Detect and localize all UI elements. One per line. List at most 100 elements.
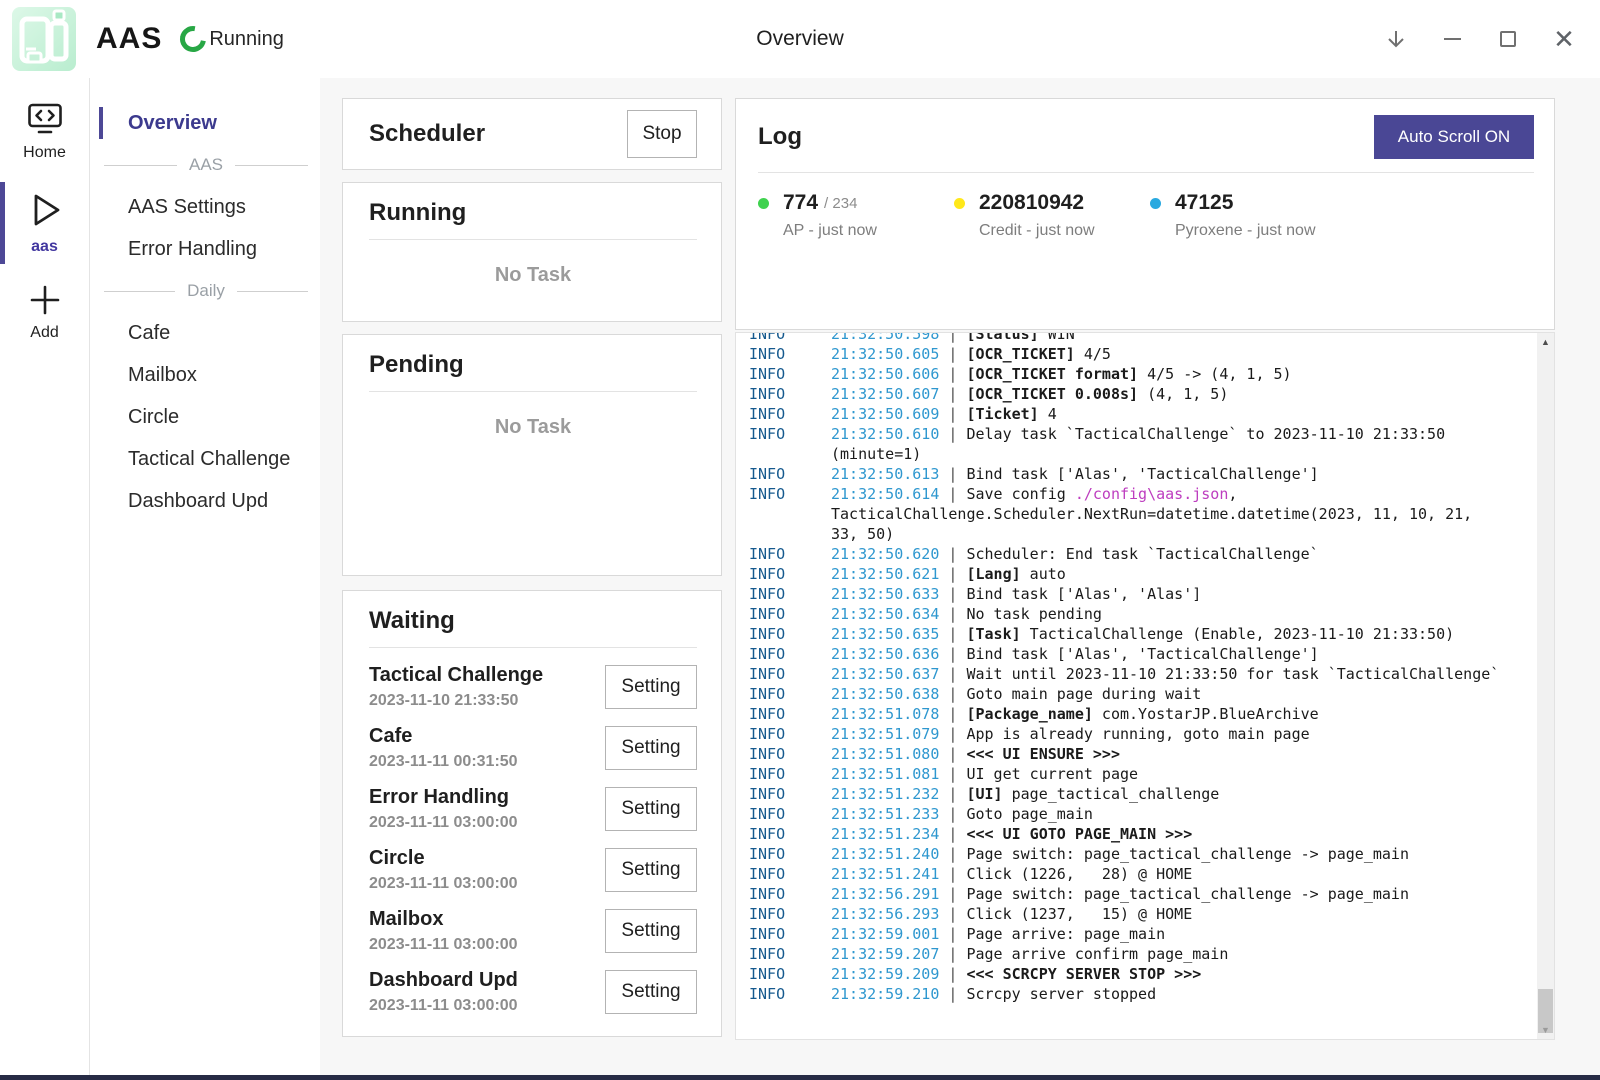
sidebar-item-tactical-challenge[interactable]: Tactical Challenge: [90, 438, 320, 480]
scheduler-title: Scheduler: [369, 120, 485, 148]
log-timestamp: 21:32:50.633: [831, 585, 939, 603]
sidebar-item-aas-settings[interactable]: AAS Settings: [90, 186, 320, 228]
rail-label: Home: [23, 144, 66, 162]
log-timestamp: 21:32:50.606: [831, 365, 939, 383]
log-segment: [UI]: [966, 785, 1002, 803]
stop-button[interactable]: Stop: [627, 110, 697, 158]
log-message: 21:32:50.605 | [OCR_TICKET] 4/5: [831, 344, 1528, 364]
setting-button[interactable]: Setting: [605, 970, 697, 1014]
log-entry: INFO21:32:51.241 | Click (1226, 28) @ HO…: [736, 864, 1528, 884]
hide-window-button[interactable]: [1368, 14, 1424, 64]
log-message: 21:32:51.078 | [Package_name] com.Yostar…: [831, 704, 1528, 724]
app-logo-icon: [12, 7, 76, 71]
maximize-button[interactable]: [1480, 14, 1536, 64]
divider-line: [104, 291, 175, 292]
close-button[interactable]: ✕: [1536, 14, 1592, 64]
log-message: 21:32:59.210 | Scrcpy server stopped: [831, 984, 1528, 1004]
log-timestamp: 21:32:51.081: [831, 765, 939, 783]
divider-line: [237, 291, 308, 292]
sidebar-item-error-handling[interactable]: Error Handling: [90, 228, 320, 270]
log-separator: |: [939, 745, 966, 763]
log-separator: |: [939, 605, 966, 623]
log-entry: INFO21:32:50.634 | No task pending: [736, 604, 1528, 624]
log-entry: INFO21:32:50.598 | [Status] WIN: [736, 332, 1528, 344]
setting-button[interactable]: Setting: [605, 787, 697, 831]
log-timestamp: 21:32:56.293: [831, 905, 939, 923]
log-segment: [Package_name]: [966, 705, 1092, 723]
log-entry: INFO21:32:51.079 | App is already runnin…: [736, 724, 1528, 744]
setting-button[interactable]: Setting: [605, 848, 697, 892]
auto-scroll-toggle[interactable]: Auto Scroll ON: [1374, 115, 1534, 159]
scrollbar-up-icon[interactable]: ▲: [1537, 334, 1554, 350]
log-segment: ./config\aas.json: [1075, 485, 1229, 503]
log-separator: |: [939, 825, 966, 843]
log-message: 21:32:51.081 | UI get current page: [831, 764, 1528, 784]
log-entry: INFO21:32:56.293 | Click (1237, 15) @ HO…: [736, 904, 1528, 924]
log-entry: INFO21:32:51.078 | [Package_name] com.Yo…: [736, 704, 1528, 724]
log-level: INFO: [736, 944, 831, 964]
setting-button[interactable]: Setting: [605, 726, 697, 770]
log-level: INFO: [736, 904, 831, 924]
plus-icon: [28, 284, 62, 316]
rail-item-aas[interactable]: aas: [0, 190, 89, 256]
log-segment: Page switch: page_tactical_challenge -> …: [966, 885, 1409, 903]
log-separator: |: [939, 345, 966, 363]
sidebar-item-dashboard-upd[interactable]: Dashboard Upd: [90, 480, 320, 522]
log-entry: INFO21:32:50.605 | [OCR_TICKET] 4/5: [736, 344, 1528, 364]
log-segment: [Status]: [966, 332, 1038, 343]
log-entry: INFO21:32:50.613 | Bind task ['Alas', 'T…: [736, 464, 1528, 484]
setting-button[interactable]: Setting: [605, 665, 697, 709]
sidebar-item-circle[interactable]: Circle: [90, 396, 320, 438]
task-name: Error Handling: [369, 786, 518, 809]
log-separator: |: [939, 425, 966, 443]
log-separator: |: [939, 365, 966, 383]
log-scrollbar[interactable]: ▲ ▼: [1537, 333, 1554, 1039]
log-level: INFO: [736, 644, 831, 664]
task-name: Cafe: [369, 725, 518, 748]
rail-label: Add: [30, 324, 58, 342]
log-message: 21:32:50.606 | [OCR_TICKET format] 4/5 -…: [831, 364, 1528, 384]
log-segment: Bind task ['Alas', 'Alas']: [966, 585, 1201, 603]
log-timestamp: 21:32:51.232: [831, 785, 939, 803]
log-level: INFO: [736, 624, 831, 644]
waiting-task-row: Cafe2023-11-11 00:31:50Setting: [369, 717, 697, 778]
log-viewer[interactable]: INFO21:32:50.598 | [Status] WININFO21:32…: [735, 332, 1555, 1040]
log-separator: |: [939, 485, 966, 503]
rail-item-home[interactable]: Home: [0, 102, 89, 162]
log-timestamp: 21:32:51.233: [831, 805, 939, 823]
minimize-button[interactable]: [1424, 14, 1480, 64]
stat-top: 220810942: [954, 191, 1150, 215]
scrollbar-down-icon[interactable]: ▼: [1537, 1022, 1554, 1038]
log-entry: INFO21:32:50.638 | Goto main page during…: [736, 684, 1528, 704]
log-card: Log Auto Scroll ON 774/ 234AP - just now…: [735, 98, 1555, 330]
stat-value: 47125: [1175, 191, 1233, 215]
log-segment: Click (1237, 15) @ HOME: [966, 905, 1192, 923]
task-next-run: 2023-11-11 03:00:00: [369, 936, 518, 954]
log-entry: INFO21:32:51.240 | Page switch: page_tac…: [736, 844, 1528, 864]
log-entry: INFO21:32:50.633 | Bind task ['Alas', 'A…: [736, 584, 1528, 604]
sidebar-item-cafe[interactable]: Cafe: [90, 312, 320, 354]
sidebar-item-mailbox[interactable]: Mailbox: [90, 354, 320, 396]
task-info: Error Handling 2023-11-11 03:00:00: [369, 786, 518, 832]
log-timestamp: 21:32:51.080: [831, 745, 939, 763]
log-level: INFO: [736, 544, 831, 564]
log-entry: INFO21:32:50.636 | Bind task ['Alas', 'T…: [736, 644, 1528, 664]
log-entry: INFO21:32:59.210 | Scrcpy server stopped: [736, 984, 1528, 1004]
log-timestamp: 21:32:50.614: [831, 485, 939, 503]
setting-button[interactable]: Setting: [605, 909, 697, 953]
log-segment: [OCR_TICKET]: [966, 345, 1074, 363]
log-message: 21:32:51.240 | Page switch: page_tactica…: [831, 844, 1528, 864]
log-level: INFO: [736, 604, 831, 624]
rail-item-add[interactable]: Add: [0, 284, 89, 342]
task-next-run: 2023-11-11 03:00:00: [369, 814, 518, 832]
log-separator: |: [939, 332, 966, 343]
log-message: 21:32:50.598 | [Status] WIN: [831, 332, 1528, 344]
waiting-card: Waiting Tactical Challenge2023-11-10 21:…: [342, 590, 722, 1037]
log-entry: INFO21:32:51.234 | <<< UI GOTO PAGE_MAIN…: [736, 824, 1528, 844]
log-segment: App is already running, goto main page: [966, 725, 1309, 743]
log-segment: Goto page_main: [966, 805, 1092, 823]
sidebar-item-overview[interactable]: Overview: [90, 102, 320, 144]
scheduler-column: Scheduler Stop Running No Task Pending N…: [342, 98, 722, 1075]
log-level: INFO: [736, 424, 831, 464]
task-name: Circle: [369, 847, 518, 870]
